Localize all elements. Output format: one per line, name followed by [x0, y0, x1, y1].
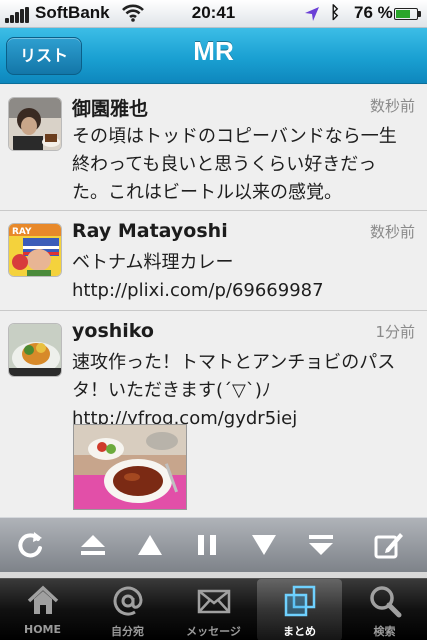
at-mention-icon: [113, 586, 143, 616]
battery-percent: 76 %: [354, 3, 393, 22]
scroll-to-top-icon[interactable]: [77, 529, 109, 561]
user-name: Ray Matayoshi: [72, 220, 228, 242]
battery-icon: [394, 8, 418, 20]
user-name: 御園雅也: [72, 98, 149, 120]
tab-label: HOME: [23, 623, 62, 636]
page-down-icon[interactable]: [248, 529, 280, 561]
tweet-timestamp: 数秒前: [369, 97, 415, 115]
tweet-row[interactable]: yoshiko 1分前 速攻作った！トマトとアンチョビのパス タ！いただきます(…: [0, 311, 427, 517]
attached-photo-thumbnail[interactable]: [73, 424, 187, 510]
tweet-text: 速攻作った！トマトとアンチョビのパス タ！いただきます(´▽`)ﾉ http:/…: [72, 352, 396, 429]
tab-home[interactable]: HOME: [0, 579, 85, 640]
app-screen: SoftBank 20:41 ᛒ 76 % リスト MR 御園雅也 数秒前 その…: [0, 0, 427, 640]
scroll-to-bottom-icon[interactable]: [305, 529, 337, 561]
pause-icon[interactable]: [191, 529, 223, 561]
envelope-icon: [197, 589, 231, 614]
user-avatar[interactable]: [8, 97, 62, 151]
tab-bar: HOME 自分宛 メッセージ まとめ 検索: [0, 578, 427, 640]
navigation-bar: リスト MR: [0, 28, 427, 84]
tab-label: メッセージ: [186, 625, 241, 638]
status-bar: SoftBank 20:41 ᛒ 76 %: [0, 0, 427, 28]
tab-mentions[interactable]: 自分宛: [85, 579, 170, 640]
tab-label: 検索: [373, 625, 396, 638]
tab-label: 自分宛: [111, 625, 144, 638]
user-avatar[interactable]: RAY: [8, 223, 62, 277]
battery-level: [396, 10, 410, 18]
location-arrow-icon: [305, 7, 319, 21]
home-icon: [27, 585, 59, 614]
tab-messages[interactable]: メッセージ: [171, 579, 256, 640]
tweet-timeline[interactable]: 御園雅也 数秒前 その頃はトッドのコピーバンドなら一生 終わっても良いと思うくら…: [0, 85, 427, 517]
page-title: MR: [193, 36, 234, 66]
tweet-row[interactable]: 御園雅也 数秒前 その頃はトッドのコピーバンドなら一生 終わっても良いと思うくら…: [0, 85, 427, 211]
battery-tip: [418, 11, 421, 17]
compose-icon[interactable]: [372, 529, 404, 561]
tab-summary[interactable]: まとめ: [257, 579, 342, 640]
tab-search[interactable]: 検索: [342, 579, 427, 640]
tweet-row[interactable]: RAY Ray Matayoshi 数秒前 ベトナム料理カレー http://p…: [0, 211, 427, 311]
tab-label: まとめ: [283, 625, 316, 638]
bluetooth-icon: ᛒ: [330, 3, 341, 22]
tweet-text: その頃はトッドのコピーバンドなら一生 終わっても良いと思うくらい好きだっ た。こ…: [72, 126, 397, 203]
refresh-icon[interactable]: [14, 529, 46, 561]
tweet-timestamp: 1分前: [375, 323, 415, 341]
stacked-squares-icon: [284, 585, 316, 617]
timeline-toolbar: [0, 517, 427, 572]
tweet-timestamp: 数秒前: [369, 223, 415, 241]
user-avatar[interactable]: [8, 323, 62, 377]
user-name: yoshiko: [72, 320, 154, 342]
page-up-icon[interactable]: [134, 529, 166, 561]
svg-text:RAY: RAY: [12, 227, 32, 237]
magnifier-icon: [370, 586, 402, 618]
tweet-text: ベトナム料理カレー http://plixi.com/p/69669987: [72, 252, 324, 301]
